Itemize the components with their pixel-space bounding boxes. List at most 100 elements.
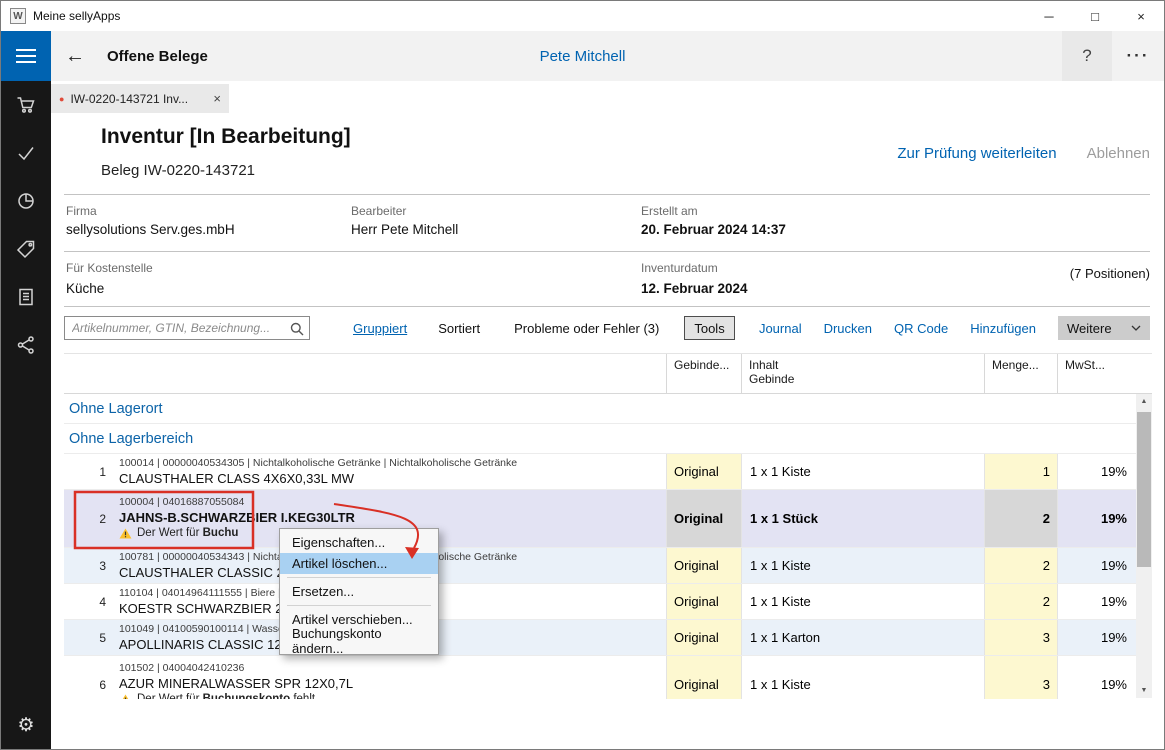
list-toolbar: Gruppiert Sortiert Probleme oder Fehler …	[64, 315, 1150, 341]
divider	[64, 306, 1150, 307]
qr-code-link[interactable]: QR Code	[894, 321, 948, 336]
app-header: ← Offene Belege Pete Mitchell ? ···	[1, 31, 1164, 81]
menu-separator	[287, 605, 431, 606]
inhalt-cell[interactable]: 1 x 1 Karton	[741, 620, 984, 655]
divider	[64, 194, 1150, 195]
kostenstelle-value: Küche	[66, 281, 104, 296]
window-controls: ─ □ ×	[1026, 1, 1164, 31]
mwst-cell[interactable]: 19%	[1057, 548, 1136, 583]
group-row-lagerbereich[interactable]: Ohne Lagerbereich	[64, 424, 1136, 454]
tab-close-icon[interactable]: ×	[213, 91, 221, 106]
menge-cell[interactable]: 1	[984, 454, 1057, 489]
forward-for-review-button[interactable]: Zur Prüfung weiterleiten	[897, 145, 1056, 162]
menu-item-artikel-loeschen[interactable]: Artikel löschen...	[280, 553, 438, 574]
settings-button[interactable]: ⚙	[1, 707, 51, 743]
scroll-up-icon[interactable]: ▲	[1136, 394, 1152, 409]
weitere-dropdown[interactable]: Weitere	[1058, 316, 1150, 340]
back-button[interactable]: ←	[55, 31, 95, 81]
menu-item-ersetzen[interactable]: Ersetzen...	[280, 581, 438, 602]
group-row-lagerort[interactable]: Ohne Lagerort	[64, 394, 1136, 424]
sidebar-item-documents[interactable]	[1, 273, 51, 321]
sidebar: ⚙	[1, 81, 51, 749]
gebinde-cell[interactable]: Original	[666, 656, 741, 699]
menge-cell[interactable]: 3	[984, 656, 1057, 699]
close-button[interactable]: ×	[1118, 1, 1164, 31]
weitere-label: Weitere	[1067, 321, 1112, 336]
maximize-button[interactable]: □	[1072, 1, 1118, 31]
menu-item-eigenschaften[interactable]: Eigenschaften...	[280, 532, 438, 553]
menu-item-buchungskonto-aendern[interactable]: Buchungskonto ändern...	[280, 630, 438, 651]
gebinde-cell[interactable]: Original	[666, 620, 741, 655]
vertical-scrollbar[interactable]: ▲ ▼	[1136, 394, 1152, 698]
tab-label: IW-0220-143721 Inv...	[70, 92, 207, 106]
tab-document[interactable]: ● IW-0220-143721 Inv... ×	[51, 84, 229, 113]
filter-sorted[interactable]: Sortiert	[438, 321, 480, 336]
tools-button[interactable]: Tools	[684, 316, 734, 340]
search-input[interactable]	[65, 317, 309, 339]
menge-cell[interactable]: 2	[984, 548, 1057, 583]
header-gebinde[interactable]: Gebinde...	[666, 354, 741, 393]
filter-grouped[interactable]: Gruppiert	[353, 321, 407, 336]
sidebar-item-reports[interactable]	[1, 177, 51, 225]
row-description: 101502 | 04004042410236 AZUR MINERALWASS…	[111, 656, 666, 699]
menge-cell[interactable]: 2	[984, 584, 1057, 619]
inhalt-cell[interactable]: 1 x 1 Kiste	[741, 656, 984, 699]
divider	[64, 251, 1150, 252]
filter-problems[interactable]: Probleme oder Fehler (3)	[514, 321, 659, 336]
page-title: Offene Belege	[107, 48, 208, 65]
scrollbar-thumb[interactable]	[1137, 412, 1151, 567]
mwst-cell[interactable]: 19%	[1057, 656, 1136, 699]
warning-icon	[119, 694, 132, 699]
add-link[interactable]: Hinzufügen	[970, 321, 1036, 336]
row-meta: 100014 | 00000040534305 | Nichtalkoholis…	[119, 457, 666, 470]
window-title: Meine sellyApps	[33, 9, 120, 23]
menge-cell[interactable]: 3	[984, 620, 1057, 655]
gear-icon: ⚙	[17, 714, 34, 737]
table-row-selected[interactable]: 2 100004 | 04016887055084 JAHNS-B.SCHWAR…	[64, 490, 1136, 548]
inhalt-cell[interactable]: 1 x 1 Kiste	[741, 584, 984, 619]
more-options-button[interactable]: ···	[1112, 31, 1164, 81]
gebinde-cell[interactable]: Original	[666, 490, 741, 547]
table-row[interactable]: 4 110104 | 04014964111555 | Biere | Bier…	[64, 584, 1136, 620]
header-inhalt-gebinde[interactable]: Inhalt Gebinde	[741, 354, 984, 393]
sidebar-item-tasks[interactable]	[1, 129, 51, 177]
header-mwst[interactable]: MwSt...	[1057, 354, 1136, 393]
search-icon[interactable]	[290, 322, 304, 336]
sidebar-item-share[interactable]	[1, 321, 51, 369]
hamburger-menu-button[interactable]	[1, 31, 51, 81]
gebinde-cell[interactable]: Original	[666, 584, 741, 619]
table-row[interactable]: 5 101049 | 04100590100114 | Wasser | Was…	[64, 620, 1136, 656]
gebinde-cell[interactable]: Original	[666, 548, 741, 583]
mwst-cell[interactable]: 19%	[1057, 490, 1136, 547]
inhalt-cell[interactable]: 1 x 1 Kiste	[741, 454, 984, 489]
help-button[interactable]: ?	[1062, 31, 1112, 81]
document-actions: Zur Prüfung weiterleiten Ablehnen	[897, 145, 1150, 162]
menge-cell[interactable]: 2	[984, 490, 1057, 547]
minimize-button[interactable]: ─	[1026, 1, 1072, 31]
header-menge[interactable]: Menge...	[984, 354, 1057, 393]
sidebar-item-cart[interactable]	[1, 81, 51, 129]
mwst-cell[interactable]: 19%	[1057, 584, 1136, 619]
mwst-cell[interactable]: 19%	[1057, 620, 1136, 655]
reject-button[interactable]: Ablehnen	[1087, 145, 1150, 162]
table-row[interactable]: 1 100014 | 00000040534305 | Nichtalkohol…	[64, 454, 1136, 490]
scroll-down-icon[interactable]: ▼	[1136, 683, 1152, 698]
document-number: Beleg IW-0220-143721	[101, 162, 255, 179]
inhalt-cell[interactable]: 1 x 1 Stück	[741, 490, 984, 547]
print-link[interactable]: Drucken	[824, 321, 872, 336]
mwst-cell[interactable]: 19%	[1057, 454, 1136, 489]
firma-value: sellysolutions Serv.ges.mbH	[66, 222, 235, 237]
gebinde-cell[interactable]: Original	[666, 454, 741, 489]
tab-strip: ● IW-0220-143721 Inv... ×	[51, 81, 1164, 113]
app-window: W Meine sellyApps ─ □ × ← Offene Belege …	[0, 0, 1165, 750]
erstellt-am-label: Erstellt am	[641, 204, 698, 218]
table-row[interactable]: 6 101502 | 04004042410236 AZUR MINERALWA…	[64, 656, 1136, 699]
bearbeiter-value: Herr Pete Mitchell	[351, 222, 458, 237]
inhalt-cell[interactable]: 1 x 1 Kiste	[741, 548, 984, 583]
sidebar-item-prices[interactable]	[1, 225, 51, 273]
row-warning: Der Wert für Buchungskonto fehlt	[119, 692, 666, 699]
chevron-down-icon	[1131, 325, 1141, 331]
journal-link[interactable]: Journal	[759, 321, 802, 336]
table-row[interactable]: 3 100781 | 00000040534343 | Nichtalkohol…	[64, 548, 1136, 584]
row-number: 6	[64, 656, 111, 699]
